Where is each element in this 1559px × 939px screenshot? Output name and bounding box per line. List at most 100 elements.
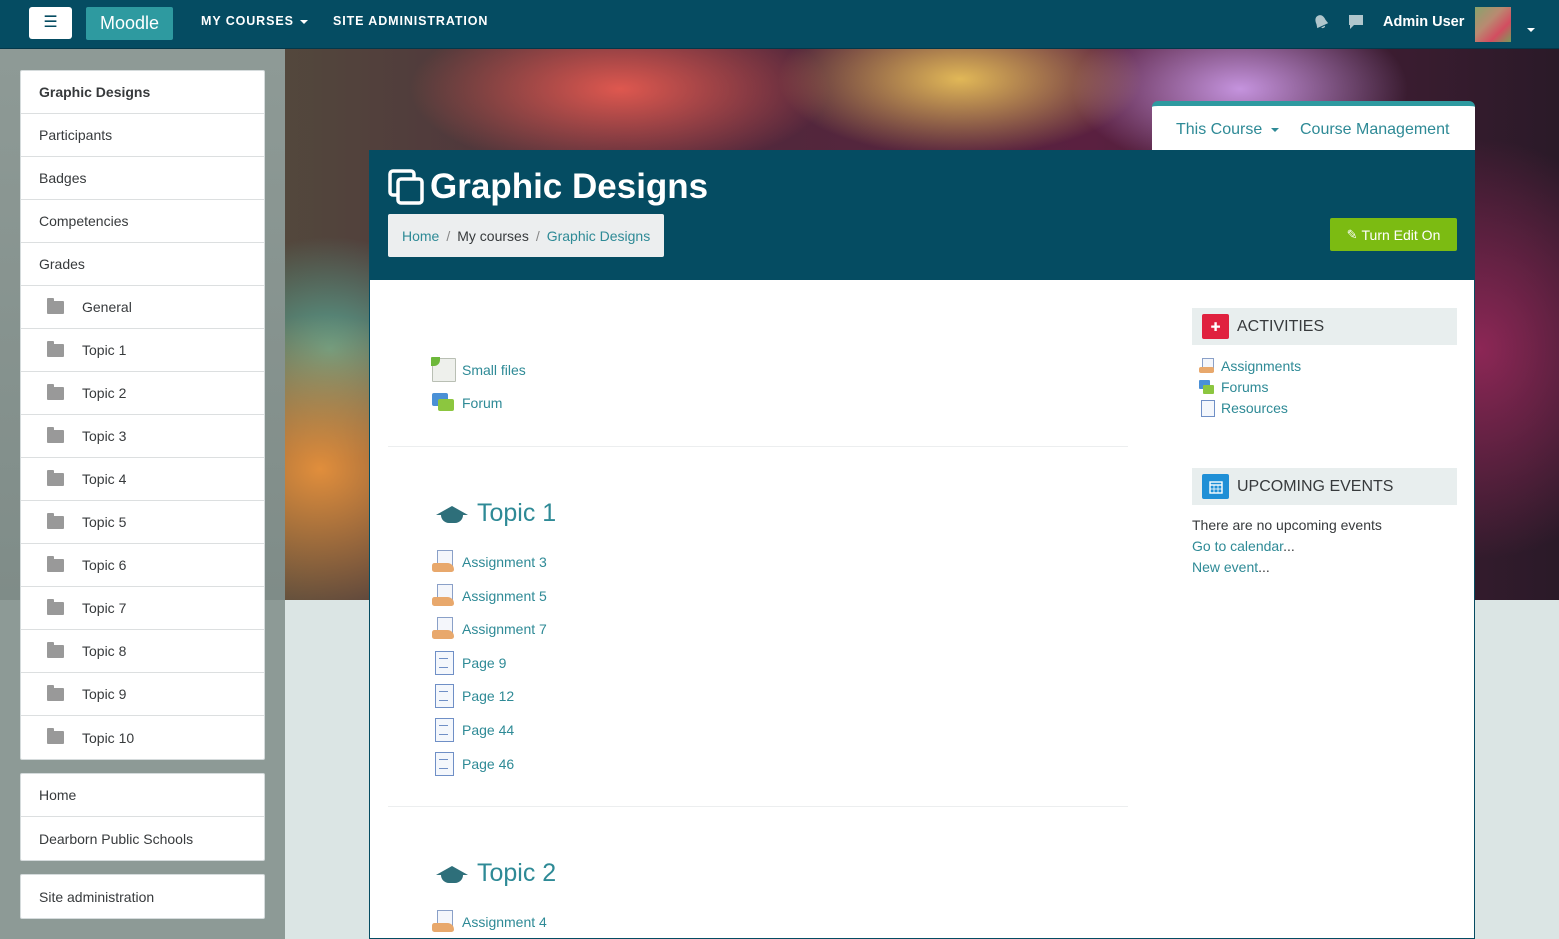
section-divider bbox=[388, 446, 1128, 447]
activity-label: Small files bbox=[462, 362, 526, 378]
sidebar-item[interactable]: Home bbox=[21, 774, 264, 817]
folder-icon bbox=[47, 340, 64, 357]
sidebar-item-label: Topic 6 bbox=[82, 557, 127, 573]
sidebar-item[interactable]: Topic 2 bbox=[21, 372, 264, 415]
sidebar-item[interactable]: Topic 5 bbox=[21, 501, 264, 544]
section-heading-topic-2[interactable]: Topic 2 bbox=[436, 859, 556, 888]
activity-link[interactable]: Page 12 bbox=[432, 684, 514, 708]
section-title: Topic 2 bbox=[477, 859, 557, 887]
sidebar-item[interactable]: Graphic Designs bbox=[21, 71, 264, 114]
course-navigation: Graphic Designs Participants Badges Compete… bbox=[20, 70, 265, 760]
forum-icon bbox=[1199, 379, 1215, 395]
activity-link[interactable]: Assignment 5 bbox=[432, 584, 547, 608]
sidebar-item[interactable]: Site administration bbox=[21, 875, 264, 918]
activities-block-link[interactable]: Assignments bbox=[1199, 358, 1301, 374]
activity-link[interactable]: Small files bbox=[431, 357, 526, 382]
activity-link[interactable]: Forum bbox=[432, 391, 502, 415]
sidebar-item[interactable]: Topic 4 bbox=[21, 458, 264, 501]
sidebar-item[interactable]: Topic 6 bbox=[21, 544, 264, 587]
folder-icon bbox=[47, 297, 64, 314]
section-heading-topic-1[interactable]: Topic 1 bbox=[436, 499, 556, 528]
page-title: Graphic Designs bbox=[430, 167, 709, 206]
activity-link[interactable]: Assignment 3 bbox=[432, 550, 547, 574]
file-icon bbox=[431, 357, 456, 382]
sidebar-item-label: Topic 10 bbox=[82, 729, 135, 746]
activity-link[interactable]: Page 44 bbox=[432, 718, 514, 742]
go-to-calendar-link[interactable]: Go to calendar... bbox=[1192, 538, 1295, 554]
sidebar-item[interactable]: General bbox=[21, 286, 264, 329]
chevron-down-icon[interactable] bbox=[1521, 21, 1535, 37]
breadcrumb-current[interactable]: Graphic Designs bbox=[547, 228, 651, 244]
ellipsis: ... bbox=[1258, 559, 1270, 575]
no-events-text: There are no upcoming events bbox=[1192, 517, 1382, 533]
breadcrumb-my-courses: My courses bbox=[457, 227, 529, 244]
turn-edit-on-button[interactable]: ✎ Turn Edit On bbox=[1330, 218, 1457, 251]
page-icon bbox=[1199, 400, 1215, 417]
message-icon[interactable] bbox=[1347, 13, 1365, 36]
upcoming-events-block-title: UPCOMING EVENTS bbox=[1237, 477, 1394, 495]
activities-block-link-label: Resources bbox=[1221, 400, 1288, 416]
sidebar-item[interactable]: Topic 1 bbox=[21, 329, 264, 372]
sidebar-item[interactable]: Badges bbox=[21, 157, 264, 200]
copy-icon bbox=[388, 169, 424, 205]
graduation-cap-icon bbox=[436, 862, 469, 886]
graduation-cap-icon bbox=[436, 502, 469, 526]
chevron-down-icon bbox=[1271, 127, 1280, 132]
sidebar-item[interactable]: Dearborn Public Schools bbox=[21, 817, 264, 860]
activity-link[interactable]: Assignment 7 bbox=[432, 617, 547, 641]
sidebar-item[interactable]: Topic 8 bbox=[21, 630, 264, 673]
sidebar-item[interactable]: Topic 9 bbox=[21, 673, 264, 716]
go-to-calendar-label: Go to calendar bbox=[1192, 538, 1284, 554]
new-event-link[interactable]: New event... bbox=[1192, 559, 1270, 575]
activity-label: Page 46 bbox=[462, 756, 515, 772]
sidebar-item-label: Topic 9 bbox=[82, 686, 127, 702]
activities-block-header: ✚ ACTIVITIES bbox=[1192, 308, 1457, 345]
page-icon bbox=[432, 651, 456, 675]
sidebar-item-label: General bbox=[82, 299, 132, 315]
activity-link[interactable]: Assignment 4 bbox=[432, 910, 547, 934]
brand-logo[interactable]: Moodle bbox=[86, 7, 173, 40]
activity-link[interactable]: Page 9 bbox=[432, 651, 506, 675]
puzzle-icon: ✚ bbox=[1202, 314, 1229, 339]
sidebar-item-label: Topic 5 bbox=[82, 514, 127, 530]
folder-icon bbox=[47, 555, 64, 572]
folder-icon bbox=[47, 728, 64, 744]
site-administration-link[interactable]: SITE ADMINISTRATION bbox=[333, 14, 488, 28]
my-courses-menu[interactable]: MY COURSES bbox=[201, 14, 308, 28]
ellipsis: ... bbox=[1283, 538, 1295, 554]
breadcrumb-separator: / bbox=[535, 227, 540, 244]
activity-link[interactable]: Page 46 bbox=[432, 752, 514, 776]
assign-icon bbox=[432, 550, 456, 574]
sidebar-item[interactable]: Grades bbox=[21, 243, 264, 286]
breadcrumb-home[interactable]: Home bbox=[402, 228, 439, 244]
sidebar-item[interactable]: Participants bbox=[21, 114, 264, 157]
folder-icon bbox=[47, 383, 64, 400]
avatar[interactable] bbox=[1475, 7, 1511, 42]
nav-drawer-toggle-button[interactable]: ☰ bbox=[29, 7, 72, 39]
activities-block-link-label: Assignments bbox=[1221, 358, 1302, 374]
activities-block-link[interactable]: Forums bbox=[1199, 379, 1268, 395]
sidebar-item[interactable]: Topic 10 bbox=[21, 716, 264, 759]
sidebar-item[interactable]: Competencies bbox=[21, 200, 264, 243]
sidebar-item-label: Competencies bbox=[39, 213, 129, 229]
this-course-menu[interactable]: This Course bbox=[1176, 121, 1280, 139]
turn-edit-on-label: Turn Edit On bbox=[1361, 226, 1441, 243]
upcoming-events-block-header: UPCOMING EVENTS bbox=[1192, 468, 1457, 505]
activities-block-link[interactable]: Resources bbox=[1199, 400, 1288, 417]
sidebar-item[interactable]: Topic 7 bbox=[21, 587, 264, 630]
section-divider bbox=[388, 806, 1128, 807]
course-management-link[interactable]: Course Management bbox=[1300, 121, 1449, 139]
sidebar-item-label: Graphic Designs bbox=[39, 84, 151, 100]
breadcrumb: Home / My courses / Graphic Designs bbox=[388, 214, 664, 257]
sidebar-item-label: Topic 8 bbox=[82, 643, 127, 659]
folder-icon bbox=[47, 598, 64, 615]
activity-label: Assignment 3 bbox=[462, 554, 547, 570]
activity-label: Assignment 7 bbox=[462, 621, 547, 637]
my-courses-label: MY COURSES bbox=[201, 14, 294, 28]
bell-icon[interactable] bbox=[1312, 13, 1330, 36]
sidebar-item[interactable]: Topic 3 bbox=[21, 415, 264, 458]
chevron-down-icon bbox=[299, 19, 308, 24]
activity-label: Page 44 bbox=[462, 722, 515, 738]
sidebar-item-label: Topic 7 bbox=[82, 600, 127, 616]
user-name[interactable]: Admin User bbox=[1383, 14, 1464, 30]
